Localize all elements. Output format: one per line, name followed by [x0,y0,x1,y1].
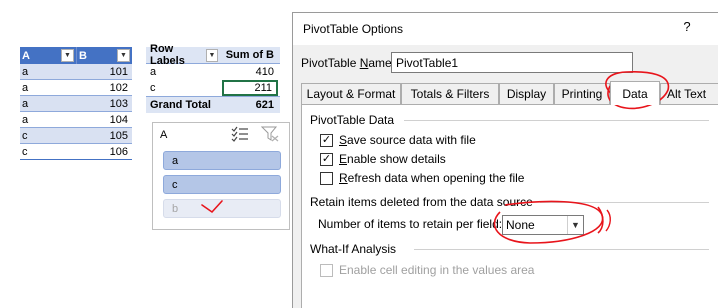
pivottable-options-dialog: PivotTable Options ? PivotTable Name: Pi… [292,12,718,308]
slicer-item-c[interactable]: c [163,175,281,194]
help-button[interactable]: ? [677,19,697,34]
pivottable-name-input[interactable]: PivotTable1 [391,52,633,73]
name-label: PivotTable Name: [301,56,396,70]
table-row[interactable]: a 104 [20,112,132,128]
filter-dropdown-icon[interactable]: ▼ [205,48,218,62]
grand-total-row[interactable]: Grand Total 621 [146,96,280,113]
table-row[interactable]: c 105 [20,128,132,144]
checkmark-icon: ✓ [320,152,333,166]
tab-display[interactable]: Display [499,83,554,104]
slicer-a[interactable]: A a c b [152,122,290,230]
row-labels-header: Row Labels [150,43,185,67]
table-row[interactable]: c 106 [20,144,132,160]
retain-items-select[interactable]: None ▼ [502,215,584,235]
save-source-data-checkbox[interactable]: ✓ Save source data with file [320,133,476,147]
tab-strip: Layout & Format Totals & Filters Display… [301,81,718,105]
pivot-row[interactable]: c 211 [146,80,280,96]
source-table: A ▼ B ▼ a 101 a 102 a 103 a 104 c 105 c … [20,47,132,160]
retain-items-value: None [506,218,535,232]
retain-items-label: Number of items to retain per field: [318,217,503,231]
pivot-table: Row Labels ▼ Sum of B a 410 c 211 Grand … [146,43,280,113]
tab-totals-filters[interactable]: Totals & Filters [401,83,499,104]
chevron-down-icon: ▼ [567,216,583,234]
group-what-if: What-If Analysis [310,242,397,256]
slicer-title: A [160,129,168,141]
column-header-b: B [79,49,87,62]
tab-layout-format[interactable]: Layout & Format [301,83,401,104]
selected-cell[interactable]: 211 [222,80,278,96]
checkmark-icon: ✓ [320,133,333,147]
filter-dropdown-icon[interactable]: ▼ [61,49,74,62]
enable-show-details-checkbox[interactable]: ✓ Enable show details [320,152,446,166]
slicer-item-b[interactable]: b [163,199,281,218]
source-table-header: A ▼ B ▼ [20,47,132,64]
dialog-title: PivotTable Options [303,22,404,36]
sum-of-b-header: Sum of B [225,49,274,61]
pivot-header: Row Labels ▼ Sum of B [146,43,280,67]
data-tab-panel: PivotTable Data ✓ Save source data with … [301,104,718,308]
table-row[interactable]: a 102 [20,80,132,96]
dialog-titlebar[interactable]: PivotTable Options ? [293,13,718,45]
table-row[interactable]: a 103 [20,96,132,112]
slicer-item-a[interactable]: a [163,151,281,170]
multi-select-icon[interactable] [231,126,249,142]
refresh-on-open-checkbox[interactable]: Refresh data when opening the file [320,171,524,185]
tab-printing[interactable]: Printing [554,83,610,104]
tab-data[interactable]: Data [610,81,660,105]
tab-alt-text[interactable]: Alt Text [660,83,718,104]
enable-cell-editing-checkbox[interactable]: Enable cell editing in the values area [320,263,534,277]
group-retain-items: Retain items deleted from the data sourc… [310,195,533,209]
column-header-a: A [22,49,30,62]
pivot-row[interactable]: a 410 [146,64,280,80]
group-pivottable-data: PivotTable Data [310,113,395,127]
table-row[interactable]: a 101 [20,64,132,80]
filter-dropdown-icon[interactable]: ▼ [117,49,130,62]
clear-filter-icon[interactable] [261,126,279,142]
